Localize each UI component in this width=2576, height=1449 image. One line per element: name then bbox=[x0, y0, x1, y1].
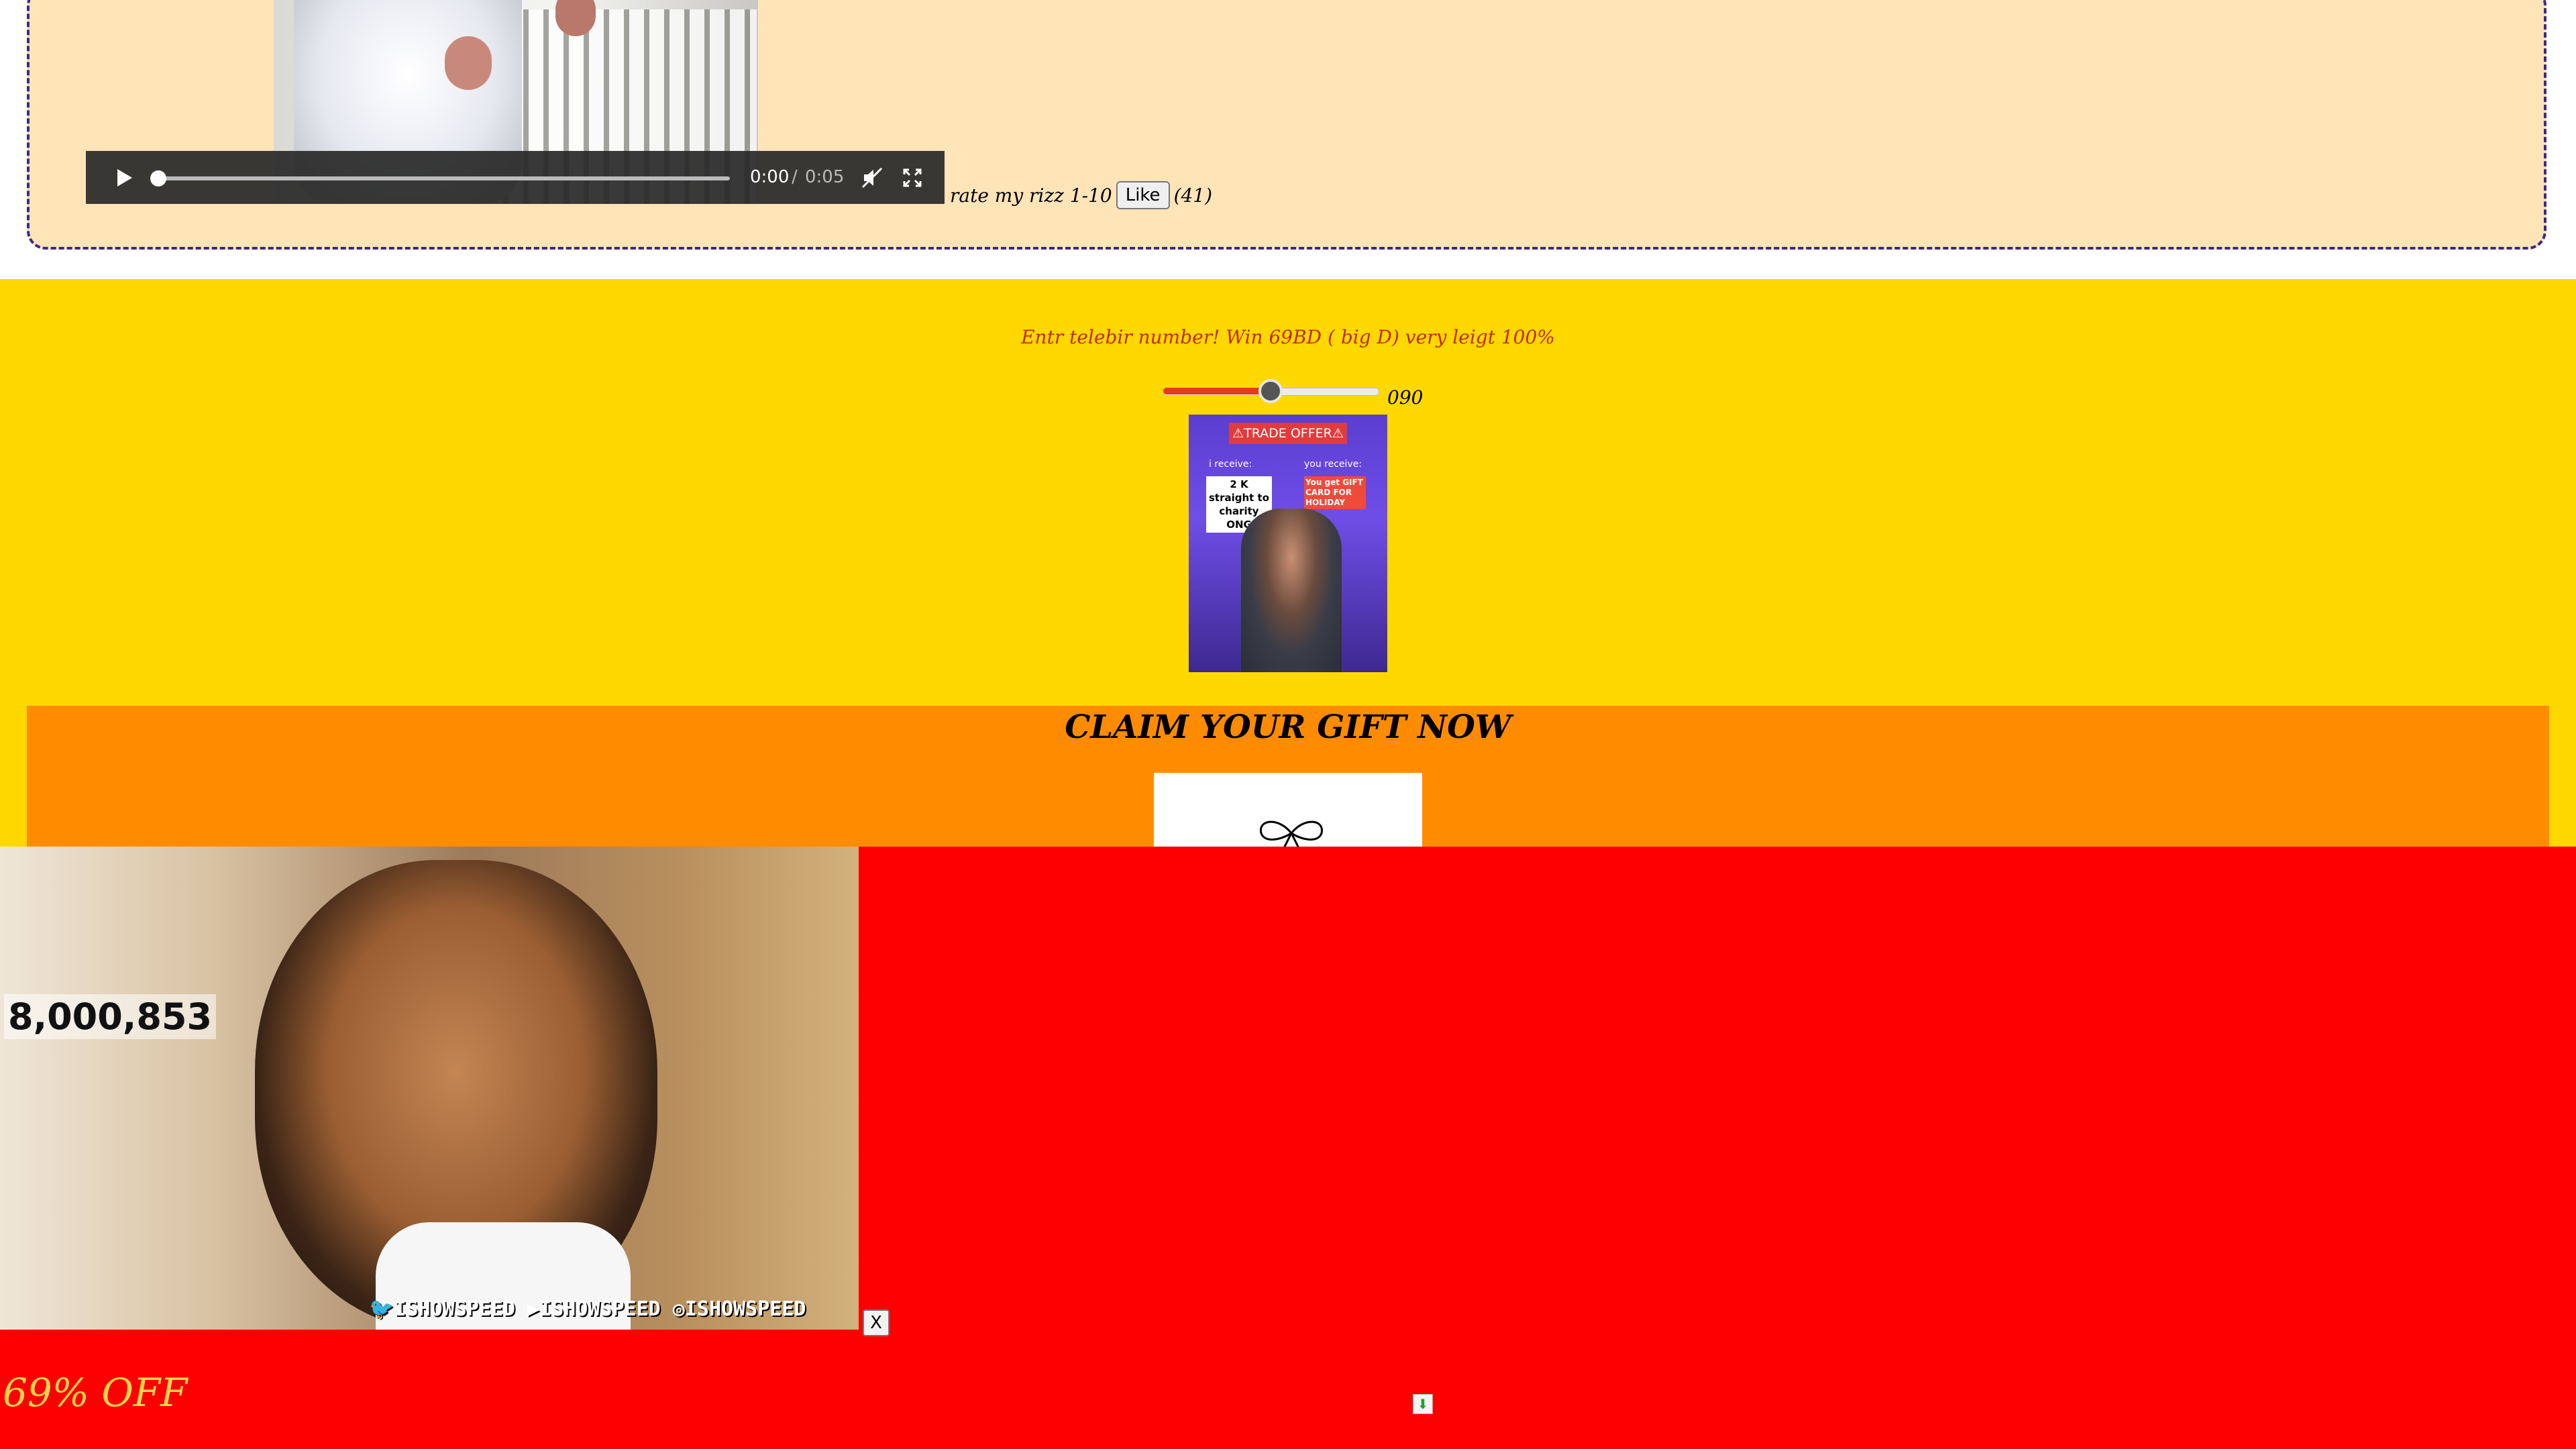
i-receive-label: i receive: bbox=[1209, 459, 1252, 470]
fullscreen-icon[interactable] bbox=[899, 164, 926, 191]
slider-thumb[interactable] bbox=[1258, 379, 1283, 403]
play-icon[interactable] bbox=[110, 164, 137, 191]
social-handles: 🐦ISHOWSPEED ▶ISHOWSPEED ◎ISHOWSPEED bbox=[369, 1297, 806, 1321]
slider-value: 090 bbox=[1387, 386, 1424, 409]
time-separator: / bbox=[792, 167, 798, 187]
you-receive-label: you receive: bbox=[1304, 459, 1362, 470]
rate-text: rate my rizz 1-10 bbox=[950, 184, 1112, 207]
you-receive-text: You get GIFT CARD FOR HOLIDAY bbox=[1304, 476, 1366, 509]
like-button[interactable]: Like bbox=[1116, 181, 1170, 209]
promo-text: Entr telebir number! Win 69BD ( big D) v… bbox=[1021, 326, 1555, 348]
social-handle-twitter: ISHOWSPEED bbox=[394, 1297, 515, 1321]
viewer-counter: 8,000,853 bbox=[4, 994, 217, 1039]
slider-fill bbox=[1163, 388, 1271, 394]
instagram-icon: ◎ bbox=[672, 1297, 685, 1321]
video-hand bbox=[445, 36, 492, 90]
social-handle-instagram: ISHOWSPEED bbox=[684, 1297, 806, 1321]
duration-time: 0:05 bbox=[805, 167, 845, 187]
popup-overlay: 8,000,853 🐦ISHOWSPEED ▶ISHOWSPEED ◎ISHOW… bbox=[0, 847, 2576, 1449]
muted-speaker-icon[interactable] bbox=[859, 164, 885, 191]
claim-gift-box: CLAIM YOUR GIFT NOW bbox=[27, 706, 2549, 853]
download-icon[interactable]: ⬇ bbox=[1413, 1394, 1433, 1414]
twitter-icon: 🐦 bbox=[369, 1297, 394, 1321]
discount-text: 69% OFF bbox=[3, 1370, 188, 1415]
seek-bar[interactable] bbox=[153, 176, 730, 180]
streamer-image: 8,000,853 🐦ISHOWSPEED ▶ISHOWSPEED ◎ISHOW… bbox=[0, 847, 859, 1330]
current-time: 0:00 bbox=[750, 167, 790, 187]
claim-gift-title: CLAIM YOUR GIFT NOW bbox=[1065, 708, 1511, 746]
like-count: (41) bbox=[1173, 184, 1213, 207]
trade-offer-image: ⚠TRADE OFFER⚠ i receive: you receive: 2 … bbox=[1189, 415, 1387, 672]
close-button[interactable]: X bbox=[863, 1309, 890, 1336]
rate-row: rate my rizz 1-10 Like (41) bbox=[950, 181, 1212, 209]
youtube-icon: ▶ bbox=[527, 1297, 540, 1321]
number-slider[interactable]: 090 bbox=[1163, 378, 1423, 409]
social-handle-youtube: ISHOWSPEED bbox=[539, 1297, 661, 1321]
trade-offer-title: ⚠TRADE OFFER⚠ bbox=[1229, 423, 1347, 444]
post-card: 0:00 / 0:05 rate my rizz 1-10 Like (41) bbox=[27, 0, 2546, 250]
video-player[interactable]: 0:00 / 0:05 bbox=[86, 0, 945, 204]
seek-handle[interactable] bbox=[150, 170, 166, 186]
gift-image[interactable] bbox=[1154, 773, 1422, 853]
video-controls: 0:00 / 0:05 bbox=[86, 151, 945, 204]
trade-offer-person bbox=[1241, 508, 1342, 672]
